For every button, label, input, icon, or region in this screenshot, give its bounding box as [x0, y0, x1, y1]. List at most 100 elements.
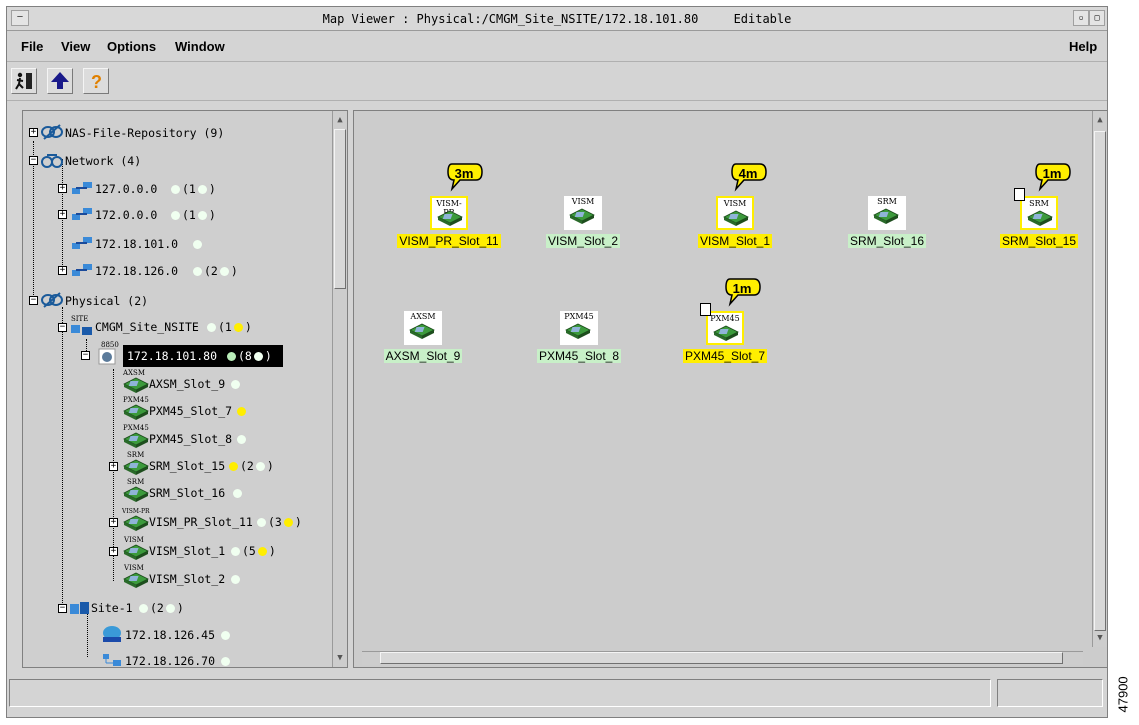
map-card[interactable]: SRM SRM_Slot_16	[840, 196, 980, 276]
tree-item-slot[interactable]: + VISM VISM_Slot_1 (5)	[109, 536, 331, 561]
map-card[interactable]: VISM VISM_Slot_1 4m	[686, 163, 826, 276]
alarm-bubble[interactable]: 3m	[446, 162, 483, 192]
alarm-bubble-text: 1m	[1042, 166, 1062, 181]
up-button[interactable]	[47, 68, 73, 94]
expand-icon[interactable]: +	[58, 184, 67, 193]
expand-icon[interactable]: +	[109, 547, 118, 556]
chip-icon	[723, 210, 749, 226]
tree-item-network-172-18-101[interactable]: 172.18.101.0	[55, 234, 335, 252]
collapse-icon[interactable]: −	[81, 351, 90, 360]
tree-item-slot[interactable]: VISM VISM_Slot_2	[111, 564, 331, 589]
card-tag: PXM45	[564, 312, 594, 321]
collapse-icon[interactable]: −	[58, 323, 67, 332]
map-card[interactable]: PXM45 PXM45_Slot_7 1m	[654, 278, 794, 391]
tree-item-network-172[interactable]: + 172.0.0.0 (1)	[55, 205, 335, 223]
card-tag: SRM	[127, 478, 144, 486]
status-dot	[237, 435, 246, 444]
tree-item-network[interactable]: − Network (4)	[27, 151, 327, 169]
map-card[interactable]: VISM-PR VISM_PR_Slot_11 3m	[372, 163, 512, 276]
tree-item-nas[interactable]: + NAS-File-Repository (9)	[27, 123, 327, 141]
card-icon: AXSM	[404, 311, 442, 345]
expand-icon[interactable]: +	[58, 266, 67, 275]
tree-label: AXSM_Slot_9	[149, 377, 226, 391]
collapse-icon[interactable]: −	[29, 296, 38, 305]
subnet-icon	[72, 264, 92, 276]
scroll-down-icon[interactable]: ▼	[1094, 631, 1106, 645]
card-tag: SRM	[127, 451, 144, 459]
menu-options[interactable]: Options	[107, 39, 156, 54]
alarm-bubble[interactable]: 1m	[724, 277, 761, 307]
scroll-thumb[interactable]	[334, 129, 346, 289]
tree-item-network-172-18-126[interactable]: + 172.18.126.0 (2)	[55, 261, 335, 279]
status-group	[191, 237, 204, 251]
map-vertical-scrollbar[interactable]: ▲ ▼	[1092, 111, 1107, 647]
map-panel[interactable]: VISM-PRVISM_PR_Slot_113mVISMVISM_Slot_2V…	[353, 110, 1108, 668]
host-icon	[103, 626, 121, 642]
scroll-down-icon[interactable]: ▼	[334, 651, 346, 665]
map-card[interactable]: SRM SRM_Slot_15 1m	[990, 163, 1107, 276]
card-icon: PXM45	[560, 311, 598, 345]
tree-item-node-172-18-101-80[interactable]: − 8850 172.18.101.80 (8)	[79, 341, 299, 367]
menu-view[interactable]: View	[61, 39, 90, 54]
collapse-icon[interactable]: −	[58, 604, 67, 613]
tree-item-host[interactable]: 172.18.126.45	[85, 625, 305, 643]
menu-file[interactable]: File	[21, 39, 43, 54]
figure-number: 47900	[1112, 650, 1134, 720]
minimize-button[interactable]: ▫	[1073, 10, 1089, 26]
tree-item-host[interactable]: 172.18.126.70	[85, 651, 305, 667]
tree-vertical-scrollbar[interactable]: ▲ ▼	[332, 111, 347, 667]
tree-label: 172.18.101.80	[127, 349, 218, 363]
chip-icon	[565, 323, 591, 339]
tree-label: 172.18.101.0	[95, 237, 179, 251]
alarm-bubble[interactable]: 4m	[730, 162, 767, 192]
tree-label: PXM45_Slot_8	[149, 432, 233, 446]
switch-icon: 8850	[98, 341, 119, 365]
card-tag: VISM	[123, 564, 144, 572]
map-card[interactable]: AXSM AXSM_Slot_9	[382, 311, 522, 391]
collapse-icon[interactable]: −	[29, 156, 38, 165]
scroll-up-icon[interactable]: ▲	[1094, 113, 1106, 127]
card-icon: VISM	[123, 564, 149, 589]
scroll-thumb[interactable]	[380, 652, 1063, 664]
tree-item-site-1[interactable]: − Site-1 (2)	[55, 598, 315, 616]
status-field	[9, 679, 991, 707]
scroll-thumb[interactable]	[1094, 131, 1106, 631]
tree-item-physical[interactable]: − Physical (2)	[27, 291, 327, 309]
tree-item-slot[interactable]: PXM45 PXM45_Slot_8	[111, 424, 331, 449]
maximize-button[interactable]: □	[1089, 10, 1105, 26]
card-tag: VISM	[723, 199, 747, 208]
scroll-up-icon[interactable]: ▲	[334, 113, 346, 127]
tree-item-network-127[interactable]: + 127.0.0.0 (1)	[55, 179, 335, 197]
menu-window[interactable]: Window	[175, 39, 225, 54]
alarm-count: (1	[182, 182, 196, 196]
card-tag: PXM45	[123, 424, 149, 432]
map-horizontal-scrollbar[interactable]	[362, 651, 1083, 665]
tree-item-slot[interactable]: AXSM AXSM_Slot_9	[111, 369, 331, 394]
status-dot	[193, 240, 202, 249]
expand-icon[interactable]: +	[109, 462, 118, 471]
menu-help[interactable]: Help	[1069, 39, 1097, 54]
expand-icon[interactable]: +	[29, 128, 38, 137]
tree-label: 172.0.0.0	[95, 208, 158, 222]
tree-item-slot[interactable]: + SRM SRM_Slot_15 (2)	[109, 451, 341, 476]
status-group: (2)	[191, 264, 238, 278]
tree-item-slot[interactable]: + VISM-PR VISM_PR_Slot_11 (3)	[109, 508, 341, 532]
card-icon: VISM	[564, 196, 602, 230]
tree-label: CMGM_Site_NSITE	[95, 320, 199, 334]
expand-icon[interactable]: +	[58, 210, 67, 219]
tree-item-slot[interactable]: PXM45 PXM45_Slot_7	[111, 396, 331, 421]
help-button[interactable]: ?	[83, 68, 109, 94]
tree-label: 172.18.126.45	[125, 628, 216, 642]
tree-panel[interactable]: + NAS-File-Repository (9) − Network (4) …	[22, 110, 348, 668]
expand-icon[interactable]: +	[109, 518, 118, 527]
exit-button[interactable]	[11, 68, 37, 94]
exit-icon	[15, 72, 32, 90]
alarm-count: (2	[204, 264, 218, 278]
alarm-bubble[interactable]: 1m	[1034, 162, 1071, 192]
tree-item-site-nsite[interactable]: − SITE CMGM_Site_NSITE (1)	[55, 315, 335, 335]
card-icon: VISM-PR	[430, 196, 468, 230]
title-bar[interactable]: — Map Viewer : Physical:/CMGM_Site_NSITE…	[7, 7, 1107, 31]
status-dot-minor	[233, 323, 243, 332]
map-card[interactable]: VISM VISM_Slot_2	[536, 196, 676, 276]
tree-item-slot[interactable]: SRM SRM_Slot_16	[111, 478, 331, 503]
